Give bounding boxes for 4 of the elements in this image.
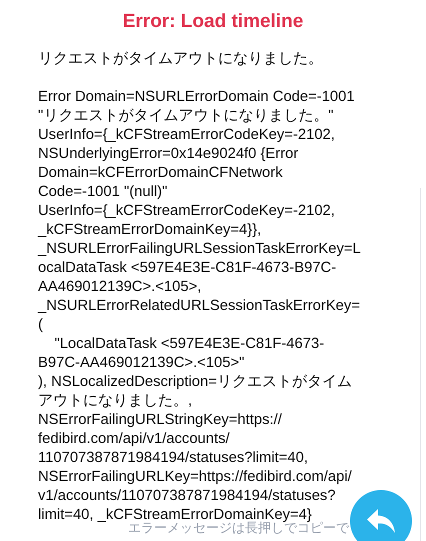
reply-icon bbox=[366, 508, 396, 534]
error-title: Error: Load timeline bbox=[122, 10, 304, 34]
error-message: リクエストがタイムアウトになりました。 Error Domain=NSURLErrorDomain Code=-1001 "リクエストがタイムアウトになりました。" UserInfo={_kCFStreamErrorCodeKey=-2102, NSUnderlyingError=0x14e9024f0 {Error Domain=kCFErrorDomainCFNetwork Code=-1001 "(null)" UserInfo={_kCFStreamErrorCodeKey=-2102, _kCFStreamErrorDomainKey=4}}, _NSURLErrorFailingURLSessionTaskErrorKey=L ocalDataTask <597E4E3E-C81F-4673-B97C- AA469012139C>.<105>, _NSURLErrorRelatedURLSessionTaskErrorKey=( "LocalDataTask <597E4E3E-C81F-4673- B97C-AA469012139C>.<105>" ), NSLocalizedDescription=リクエストがタイムアウトになりました。, NSErrorFailingURLStringKey=https:// fedibird.com/api/v1/accounts/ 110707387871984194/statuses?limit=40, NSErrorFailingURLKey=https://fedibird.com/api/ v1/accounts/110707387871984194/statuses? limit=40, _kCFStreamErrorDomainKey=4} bbox=[38, 50, 362, 523]
reply-button[interactable] bbox=[350, 490, 412, 541]
